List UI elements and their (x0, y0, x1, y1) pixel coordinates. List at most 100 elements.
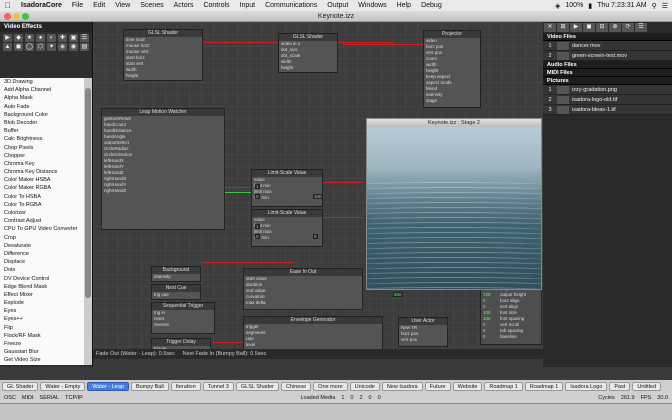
category-icon[interactable]: ★ (25, 34, 34, 42)
value-readout[interactable]: 1 (255, 224, 260, 229)
scene-tab[interactable]: Water - Leap (87, 381, 129, 391)
scene-tab[interactable]: Roadmap 1 (524, 381, 564, 391)
actor-list-item[interactable]: Gaussian Blur (0, 348, 84, 356)
scene-tab[interactable]: Isadora Logo (565, 381, 608, 391)
actor-list-item[interactable]: Edge Blend Mask (0, 283, 84, 291)
actor-background[interactable]: Background intensity (151, 266, 201, 282)
actor-leap-motion-watcher[interactable]: Leap Motion Watcher gestureReset handCount… (101, 108, 225, 230)
actor-list-item[interactable]: CPU To GPU Video Converter (0, 225, 84, 233)
search-icon[interactable]: ⚲ (652, 2, 657, 10)
inspector-row[interactable]: 0 baseline (481, 334, 541, 340)
scene-tab[interactable]: One more (313, 381, 348, 391)
actor-limit-scale-value[interactable]: Limit-Scale Value value limit min limit max… (251, 169, 323, 207)
wifi-icon[interactable]: ◈ (555, 2, 560, 10)
media-section-header[interactable]: Video Files (543, 33, 672, 41)
actor-list-item[interactable]: Chroma Key Distance (0, 168, 84, 176)
value-readout[interactable]: 500 (393, 292, 403, 297)
menu-controls[interactable]: Controls (198, 2, 234, 9)
media-item[interactable]: 1 izzy-gradation.png (543, 85, 672, 95)
category-icon[interactable]: ◆ (14, 34, 23, 42)
media-section-header[interactable]: Audio Files (543, 61, 672, 69)
media-tool-button[interactable]: ✕ (544, 23, 556, 32)
actor-list-item[interactable]: Alpha Mask (0, 94, 84, 102)
media-tool-button[interactable]: ☰ (635, 23, 647, 32)
battery-icon[interactable]: ▮ (588, 2, 592, 10)
actor-glsl-shader[interactable]: GLSL Shader time mod mouse horz mouse vert s… (123, 29, 203, 81)
actor-property[interactable]: out min (252, 195, 322, 201)
actor-list-item[interactable]: Effect Mixer (0, 291, 84, 299)
actor-list-item[interactable]: 3D Drawing (0, 78, 84, 86)
media-item[interactable]: 2 isadora-logo-old.tif (543, 95, 672, 105)
value-readout[interactable]: 0 (313, 234, 318, 239)
scene-tab[interactable]: Untitled (632, 381, 662, 391)
actor-projector[interactable]: Projector video horz pos vert pos zoom width h… (423, 30, 481, 108)
category-icon[interactable]: ◉ (69, 43, 78, 51)
actor-property[interactable]: vert pos (399, 337, 447, 343)
actor-list-scrollbar[interactable] (84, 78, 92, 365)
scene-tab[interactable]: Chinese (280, 381, 312, 391)
close-window-button[interactable] (4, 13, 11, 20)
media-tool-button[interactable]: ⊟ (596, 23, 608, 32)
category-icon[interactable]: ▣ (69, 34, 78, 42)
scene-tab[interactable]: Unicode (349, 381, 380, 391)
actor-list-item[interactable]: Color To HSBA (0, 193, 84, 201)
actor-property[interactable]: height (279, 65, 337, 71)
actor-list-item[interactable]: Freeze (0, 340, 84, 348)
actor-list-item[interactable]: Add Alpha Channel (0, 86, 84, 94)
media-item[interactable]: 3 isadora-bleas-1.tif (543, 105, 672, 115)
media-tool-button[interactable]: ⟳ (622, 23, 634, 32)
actor-list-item[interactable]: Buffer (0, 127, 84, 135)
scene-tab[interactable]: Water - Empty (40, 381, 86, 391)
actor-list-item[interactable]: Crop (0, 234, 84, 242)
category-icon[interactable]: ◈ (58, 43, 67, 51)
media-tool-button[interactable]: ⊞ (557, 23, 569, 32)
category-icon[interactable]: ✚ (58, 34, 67, 42)
media-section-header[interactable]: MIDI Files (543, 69, 672, 77)
actor-list-item[interactable]: Desaturate (0, 242, 84, 250)
value-readout[interactable]: 1 (255, 184, 260, 189)
menu-output[interactable]: Output (322, 2, 353, 9)
actor-list-item[interactable]: Eyes (0, 307, 84, 315)
zoom-window-button[interactable] (22, 13, 29, 20)
actor-list-item[interactable]: Colorizer (0, 209, 84, 217)
value-readout[interactable]: 0 (255, 194, 260, 199)
text-draw-actor[interactable]: 1280output width720output height0horz al… (480, 285, 542, 345)
actor-list-item[interactable]: Color To RGBA (0, 201, 84, 209)
scene-tab[interactable]: Website (452, 381, 483, 391)
media-item[interactable]: 2 green-screen-test.mov (543, 51, 672, 61)
scene-tab[interactable]: GL Shader (2, 381, 39, 391)
actor-list-item[interactable]: Get Video Size (0, 356, 84, 364)
menu-file[interactable]: File (67, 2, 88, 9)
category-icon[interactable]: ▶ (3, 34, 12, 42)
actor-list-item[interactable]: Displace (0, 258, 84, 266)
menu-communications[interactable]: Communications (260, 2, 322, 9)
apple-icon[interactable]:  (0, 1, 16, 10)
actor-list-item[interactable]: Difference (0, 250, 84, 258)
menu-debug[interactable]: Debug (416, 2, 447, 9)
actor-property[interactable]: max delta (244, 300, 362, 306)
scroll-thumb[interactable] (85, 88, 91, 298)
value-readout[interactable]: 100 (313, 194, 323, 199)
scene-tab[interactable]: Future (424, 381, 451, 391)
menu-windows[interactable]: Windows (353, 2, 391, 9)
menu-edit[interactable]: Edit (88, 2, 110, 9)
menu-app-name[interactable]: IsadoraCore (16, 2, 67, 9)
actor-list-item[interactable]: Chroma Key (0, 160, 84, 168)
media-item[interactable]: 1 dancer.mov (543, 41, 672, 51)
actor-list-item[interactable]: Chop Pixels (0, 144, 84, 152)
actor-next-cue[interactable]: Next Cue trig cue (151, 284, 201, 300)
media-tool-button[interactable]: ▶ (570, 23, 582, 32)
scene-tab[interactable]: New Isadora (381, 381, 423, 391)
actor-list-item[interactable]: Blob Decoder (0, 119, 84, 127)
actor-list-item[interactable]: Calc Brightness (0, 135, 84, 143)
actor-user-actor[interactable]: User Actor New TR horz pos vert pos (398, 317, 448, 347)
category-icon[interactable]: ⬡ (36, 43, 45, 51)
menu-actors[interactable]: Actors (169, 2, 199, 9)
actor-property[interactable]: rightHandZ (102, 188, 224, 194)
actor-list-item[interactable]: Flock/RF Mask (0, 332, 84, 340)
actor-property[interactable]: reverse (152, 322, 214, 328)
actor-limit-scale-value[interactable]: Limit-Scale Value value limit min limit max… (251, 209, 323, 247)
media-tool-button[interactable]: ◼ (583, 23, 595, 32)
scene-tab[interactable]: GLSL Shader (235, 381, 279, 391)
actor-glsl-shader[interactable]: GLSL Shader video in 1 dot_size dot_scale wi… (278, 33, 338, 73)
